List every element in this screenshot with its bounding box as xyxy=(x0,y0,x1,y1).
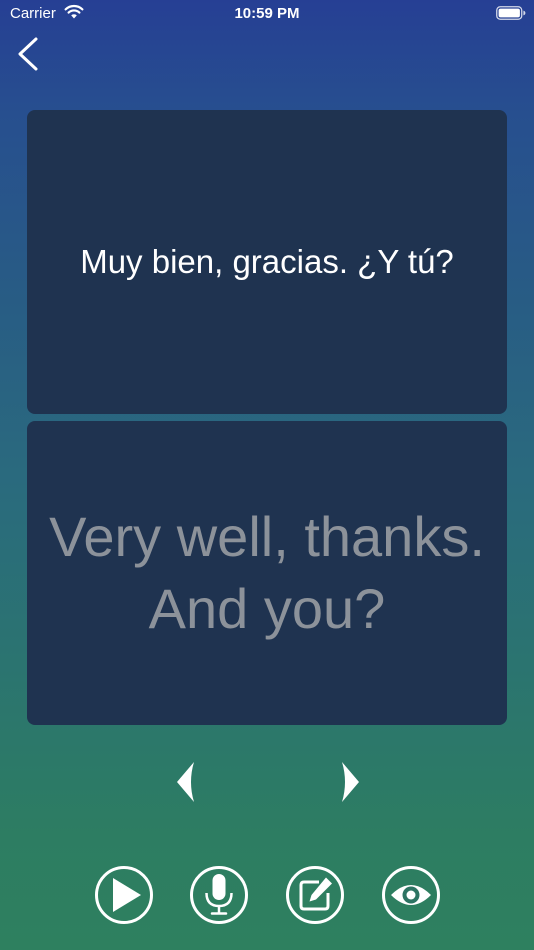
chevron-left-icon xyxy=(18,37,38,71)
english-translation-line-2: And you? xyxy=(148,577,386,640)
english-translation: Very well, thanks. And you? xyxy=(49,501,485,644)
record-voice-button[interactable] xyxy=(189,865,249,925)
clock: 10:59 PM xyxy=(234,5,300,22)
play-icon xyxy=(95,866,153,924)
microphone-icon xyxy=(190,866,248,924)
spanish-phrase-card[interactable]: Muy bien, gracias. ¿Y tú? xyxy=(27,110,507,414)
reveal-translation-button[interactable] xyxy=(381,865,441,925)
spanish-phrase: Muy bien, gracias. ¿Y tú? xyxy=(80,243,454,281)
english-translation-card[interactable]: Very well, thanks. And you? xyxy=(27,421,507,725)
edit-icon xyxy=(286,866,344,924)
status-bar: Carrier 10:59 PM xyxy=(0,0,534,28)
edit-phrase-button[interactable] xyxy=(285,865,345,925)
english-translation-line-1: Very well, thanks. xyxy=(49,505,485,569)
next-phrase-button[interactable] xyxy=(338,760,362,804)
triangle-right-icon xyxy=(342,762,359,802)
triangle-left-icon xyxy=(177,762,194,802)
previous-phrase-button[interactable] xyxy=(174,760,198,804)
eye-icon xyxy=(382,866,440,924)
back-button[interactable] xyxy=(12,34,48,74)
battery-icon xyxy=(496,6,526,20)
play-audio-button[interactable] xyxy=(94,865,154,925)
